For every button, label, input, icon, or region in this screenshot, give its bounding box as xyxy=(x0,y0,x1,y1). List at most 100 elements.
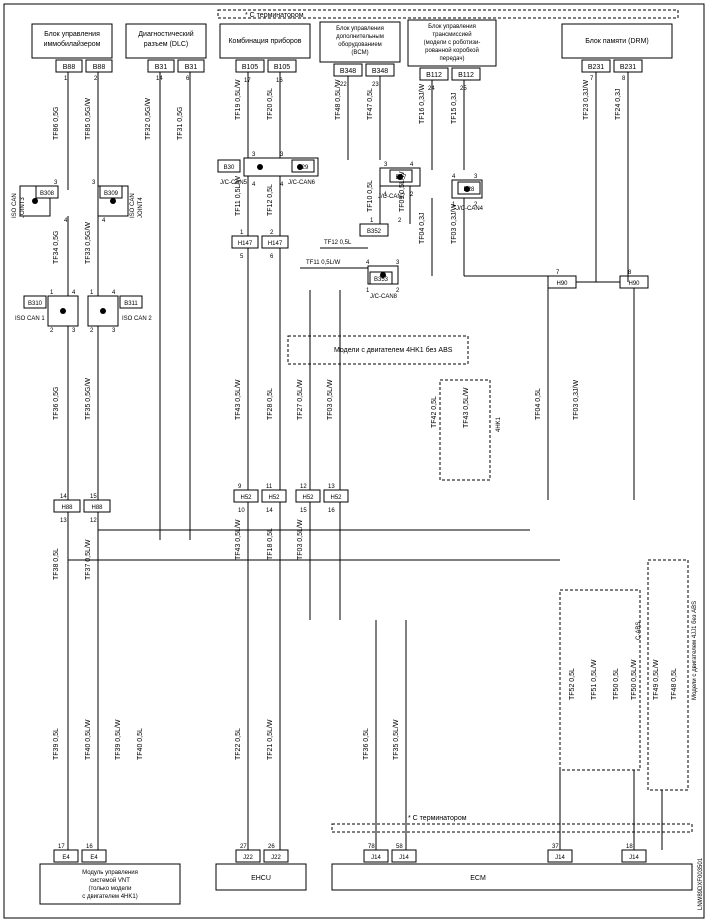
svg-text:18: 18 xyxy=(626,844,633,850)
svg-text:TF43 0,5L/W: TF43 0,5L/W xyxy=(235,379,242,420)
svg-text:рованной коробкой: рованной коробкой xyxy=(425,47,479,54)
svg-text:TF12 0,5L: TF12 0,5L xyxy=(267,184,274,216)
svg-text:TF39 0,5L/W: TF39 0,5L/W xyxy=(115,719,122,760)
svg-text:Модуль управления: Модуль управления xyxy=(82,870,138,876)
svg-text:TF34 0,5G: TF34 0,5G xyxy=(53,231,60,264)
title-top: С терминатором xyxy=(250,12,304,19)
svg-text:26: 26 xyxy=(268,844,275,850)
svg-text:иммобилайзером: иммобилайзером xyxy=(44,40,101,48)
svg-text:14: 14 xyxy=(60,494,67,500)
svg-text:E4: E4 xyxy=(90,855,98,861)
svg-text:TF85 0,5G/W: TF85 0,5G/W xyxy=(85,98,92,140)
svg-text:JOINT4: JOINT4 xyxy=(138,197,144,218)
svg-text:(модели с роботизи-: (модели с роботизи- xyxy=(424,40,481,46)
svg-text:B88: B88 xyxy=(93,64,106,71)
svg-text:EHCU: EHCU xyxy=(251,875,271,882)
svg-text:TF31 0,5G: TF31 0,5G xyxy=(177,107,184,140)
svg-text:B112: B112 xyxy=(426,72,442,79)
svg-text:B112: B112 xyxy=(458,72,474,79)
svg-text:B31: B31 xyxy=(155,64,168,71)
module-ecm: ECM xyxy=(332,864,692,890)
svg-text:J14: J14 xyxy=(371,855,381,861)
svg-text:(только модели: (только модели xyxy=(88,886,131,892)
module-ehcu: EHCU xyxy=(216,864,306,890)
svg-text:H88: H88 xyxy=(91,505,103,511)
svg-text:системой VNT: системой VNT xyxy=(90,877,130,884)
svg-text:Блок управления: Блок управления xyxy=(44,31,100,38)
svg-text:16: 16 xyxy=(328,508,335,514)
svg-text:78: 78 xyxy=(368,844,375,850)
svg-text:ECM: ECM xyxy=(470,875,486,882)
svg-text:H52: H52 xyxy=(302,495,314,501)
svg-text:* С терминатором: * С терминатором xyxy=(408,815,467,822)
svg-text:B308: B308 xyxy=(40,191,55,197)
svg-text:13: 13 xyxy=(328,484,335,490)
svg-text:Модели с двигателем 4JJ1 без A: Модели с двигателем 4JJ1 без ABS xyxy=(692,601,698,700)
svg-text:разъем (DLC): разъем (DLC) xyxy=(144,41,188,48)
svg-text:H90: H90 xyxy=(628,281,640,287)
svg-text:J22: J22 xyxy=(271,855,281,861)
svg-text:J14: J14 xyxy=(555,855,565,861)
svg-text:TF24 0,3J: TF24 0,3J xyxy=(615,88,622,120)
svg-text:B88: B88 xyxy=(63,64,76,71)
svg-text:J/C-CAN6: J/C-CAN6 xyxy=(288,180,316,186)
svg-text:TF47 0,5L: TF47 0,5L xyxy=(367,88,374,120)
svg-text:передач): передач) xyxy=(440,56,465,62)
svg-text:TF04 0,3J: TF04 0,3J xyxy=(419,212,426,244)
svg-text:B231: B231 xyxy=(588,64,604,71)
svg-text:J/C-CAN8: J/C-CAN8 xyxy=(370,294,398,300)
svg-text:TF35 0,5L/W: TF35 0,5L/W xyxy=(393,719,400,760)
svg-text:B30: B30 xyxy=(224,165,235,171)
svg-text:13: 13 xyxy=(60,518,67,524)
svg-text:Блок памяти (DRM): Блок памяти (DRM) xyxy=(585,38,649,45)
svg-text:J/C-CAN4: J/C-CAN4 xyxy=(456,206,484,212)
svg-text:12: 12 xyxy=(90,518,97,524)
svg-text:B105: B105 xyxy=(274,64,290,71)
title-bottom: С терминатором xyxy=(413,815,467,822)
svg-text:15: 15 xyxy=(300,508,307,514)
svg-text:E4: E4 xyxy=(62,855,70,861)
svg-text:TF50 0,5L: TF50 0,5L xyxy=(613,668,620,700)
svg-text:TF42 0,5L: TF42 0,5L xyxy=(431,396,438,428)
svg-text:TF03 0,5L/W: TF03 0,5L/W xyxy=(297,519,304,560)
svg-text:58: 58 xyxy=(396,844,403,850)
svg-text:TF22 0,5L: TF22 0,5L xyxy=(235,728,242,760)
svg-text:TF50 0,5L/W: TF50 0,5L/W xyxy=(631,659,638,700)
svg-text:ISO CAN: ISO CAN xyxy=(12,193,18,218)
svg-text:TF36 0,5L: TF36 0,5L xyxy=(363,728,370,760)
svg-text:TF48 0,5L: TF48 0,5L xyxy=(671,668,678,700)
svg-text:* С терминатором: * С терминатором xyxy=(245,12,304,19)
svg-text:ISO CAN: ISO CAN xyxy=(130,193,136,218)
svg-text:B309: B309 xyxy=(104,191,119,197)
svg-text:TF12 0,5L: TF12 0,5L xyxy=(324,240,352,246)
svg-text:TF03 0,3J/W: TF03 0,3J/W xyxy=(451,204,458,244)
svg-text:14: 14 xyxy=(266,508,273,514)
svg-text:H88: H88 xyxy=(61,505,73,511)
svg-text:J14: J14 xyxy=(399,855,409,861)
svg-text:TF18 0,5L: TF18 0,5L xyxy=(267,528,274,560)
svg-text:TF48 0,5L/W: TF48 0,5L/W xyxy=(335,79,342,120)
svg-text:Блок управления: Блок управления xyxy=(428,24,476,30)
svg-text:TF11 0,5L/W: TF11 0,5L/W xyxy=(235,176,242,216)
svg-text:TF19 0,5L/W: TF19 0,5L/W xyxy=(235,79,242,120)
svg-text:TF40 0,5L/W: TF40 0,5L/W xyxy=(85,719,92,760)
svg-text:16: 16 xyxy=(86,844,93,850)
svg-text:TF03 0,3J/W: TF03 0,3J/W xyxy=(573,380,580,420)
svg-text:TF52 0,5L: TF52 0,5L xyxy=(569,668,576,700)
svg-text:JOINT3: JOINT3 xyxy=(20,197,26,218)
svg-text:TF15 0,3J: TF15 0,3J xyxy=(451,92,458,124)
svg-text:10: 10 xyxy=(238,508,245,514)
svg-text:TF23 0,3J/W: TF23 0,3J/W xyxy=(583,80,590,120)
svg-text:с двигателем 4HK1): с двигателем 4HK1) xyxy=(82,894,137,900)
svg-text:TF11 0,5L/W: TF11 0,5L/W xyxy=(306,260,341,266)
svg-text:J22: J22 xyxy=(243,855,253,861)
svg-text:TF49 0,5L/W: TF49 0,5L/W xyxy=(653,659,660,700)
svg-text:12: 12 xyxy=(300,484,307,490)
svg-text:37: 37 xyxy=(552,844,559,850)
svg-text:TF86 0,5G: TF86 0,5G xyxy=(53,107,60,140)
svg-text:TF43 0,5L/W: TF43 0,5L/W xyxy=(235,519,242,560)
svg-text:TF20 0,5L: TF20 0,5L xyxy=(267,88,274,120)
module-vnt: Модуль управления системой VNT (только м… xyxy=(40,864,180,904)
svg-text:Диагностический: Диагностический xyxy=(138,30,193,38)
svg-text:J/C-CAN5: J/C-CAN5 xyxy=(220,180,248,186)
